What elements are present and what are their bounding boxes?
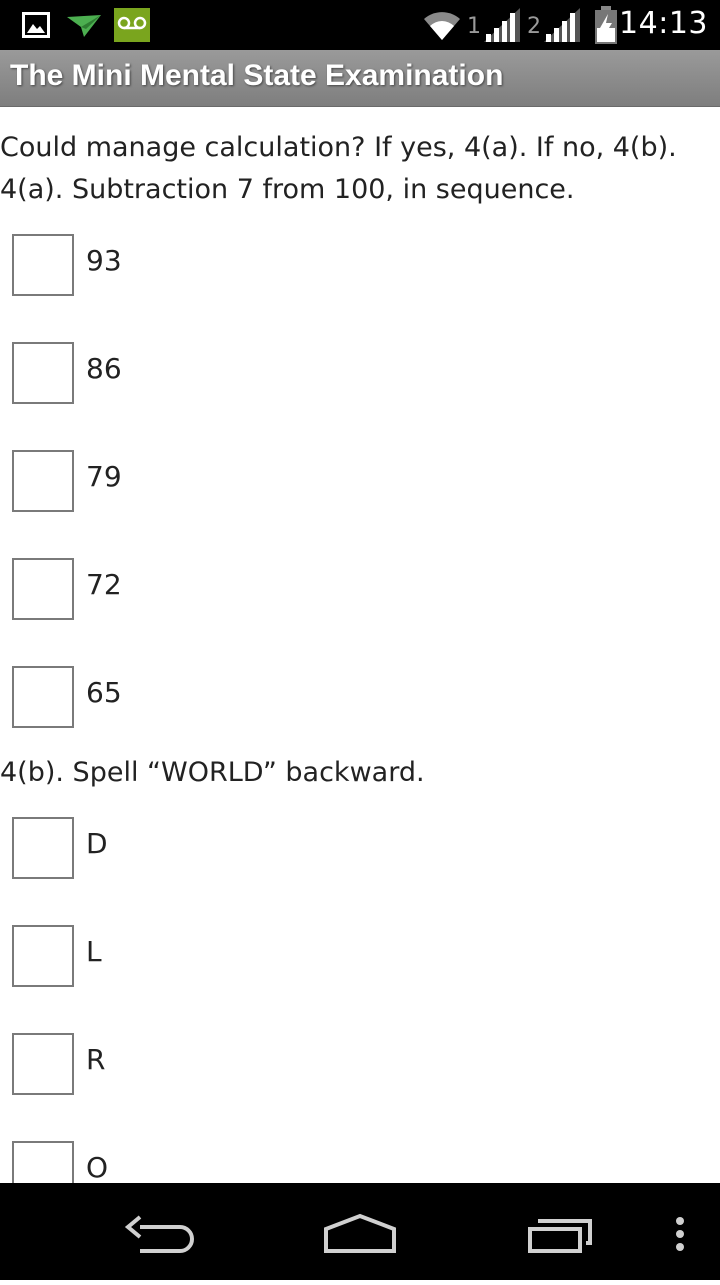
checkbox[interactable] (12, 666, 74, 728)
recent-apps-icon[interactable] (512, 1183, 612, 1280)
status-bar: 1 2 14:13 (0, 0, 720, 50)
checkbox[interactable] (12, 558, 74, 620)
question-4a-title: 4(a). Subtraction 7 from 100, in sequenc… (0, 174, 575, 205)
checkbox[interactable] (12, 450, 74, 512)
option-label: L (86, 935, 102, 968)
option-label: 93 (86, 244, 122, 277)
battery-charging-icon (594, 6, 618, 49)
sim1-label: 1 (467, 14, 481, 39)
checkbox[interactable] (12, 1033, 74, 1095)
option-label: R (86, 1043, 106, 1076)
option-label: O (86, 1151, 109, 1183)
voicemail-icon (114, 8, 150, 47)
checkbox[interactable] (12, 817, 74, 879)
signal-icon (484, 8, 520, 47)
checkbox[interactable] (12, 1141, 74, 1183)
option-label: 79 (86, 460, 122, 493)
wifi-icon (422, 10, 462, 45)
option-label: 65 (86, 676, 122, 709)
checkbox[interactable] (12, 925, 74, 987)
overflow-menu-icon[interactable] (660, 1183, 700, 1280)
gallery-icon (22, 12, 50, 43)
navigation-bar (0, 1183, 720, 1280)
app-title: The Mini Mental State Examination (10, 59, 504, 92)
send-icon (66, 13, 102, 44)
option-label: 86 (86, 352, 122, 385)
home-icon[interactable] (310, 1183, 410, 1280)
signal-icon (544, 8, 580, 47)
exam-content[interactable]: Could manage calculation? If yes, 4(a). … (0, 107, 720, 1183)
title-bar: The Mini Mental State Examination (0, 50, 720, 107)
option-label: 72 (86, 568, 122, 601)
back-icon[interactable] (110, 1183, 210, 1280)
question-4a-prompt: Could manage calculation? If yes, 4(a). … (0, 132, 677, 163)
sim2-label: 2 (527, 14, 541, 39)
question-4b-title: 4(b). Spell “WORLD” backward. (0, 757, 425, 788)
status-time: 14:13 (619, 6, 708, 41)
checkbox[interactable] (12, 342, 74, 404)
checkbox[interactable] (12, 234, 74, 296)
option-label: D (86, 827, 108, 860)
